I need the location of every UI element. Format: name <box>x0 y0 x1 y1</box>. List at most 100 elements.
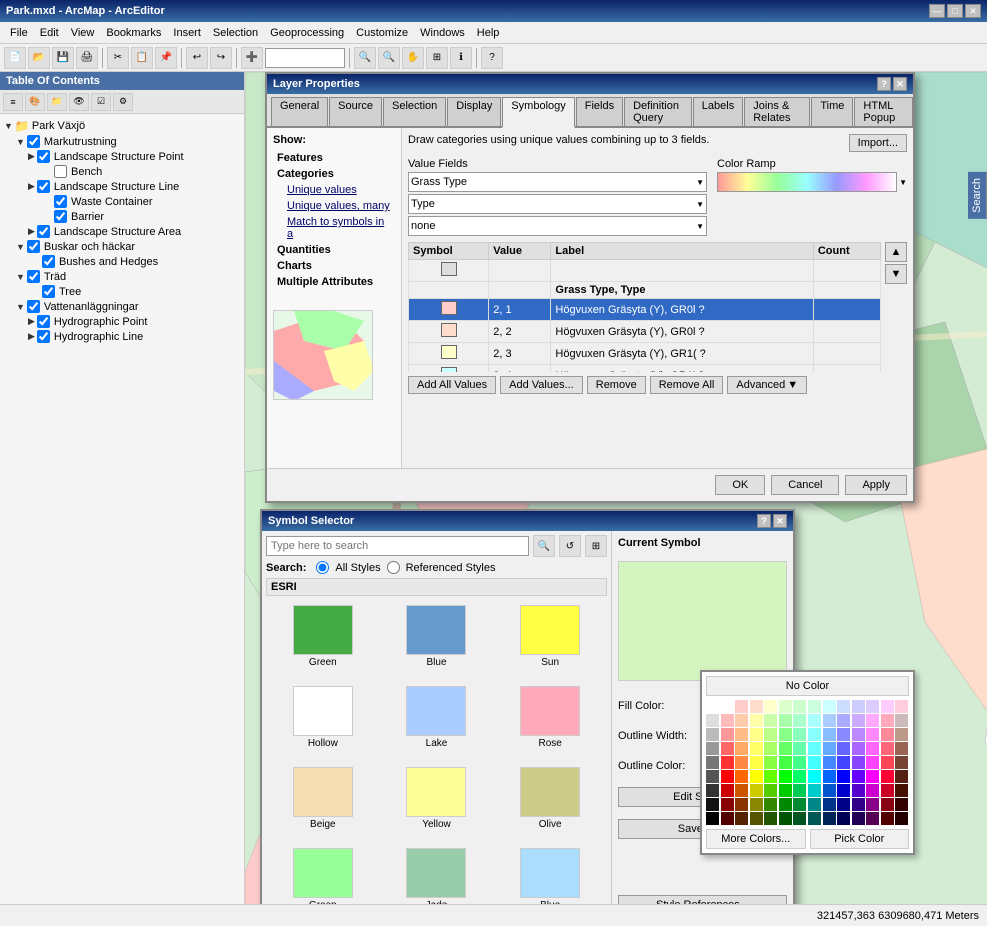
save-button[interactable]: 💾 <box>52 47 74 69</box>
toc-item-markutrustning[interactable]: ▼ Markutrustning <box>16 134 240 149</box>
no-color-button[interactable]: No Color <box>706 676 909 696</box>
color-cell[interactable] <box>808 784 821 797</box>
toc-checkbox[interactable] <box>27 240 40 253</box>
color-swatch[interactable] <box>441 345 457 359</box>
color-cell[interactable] <box>779 700 792 713</box>
color-cell[interactable] <box>895 742 908 755</box>
color-cell[interactable] <box>793 700 806 713</box>
color-cell[interactable] <box>706 798 719 811</box>
show-charts[interactable]: Charts <box>273 258 395 274</box>
color-cell[interactable] <box>881 728 894 741</box>
toc-checkbox[interactable] <box>37 315 50 328</box>
toc-by-visibility-button[interactable]: 👁 <box>69 93 89 111</box>
toc-checkbox[interactable] <box>27 270 40 283</box>
menu-geoprocessing[interactable]: Geoprocessing <box>264 25 350 41</box>
color-cell[interactable] <box>823 798 836 811</box>
color-cell[interactable] <box>779 812 792 825</box>
color-cell[interactable] <box>823 714 836 727</box>
color-cell[interactable] <box>735 714 748 727</box>
toc-item-trad[interactable]: ▼ Träd <box>16 269 240 284</box>
toc-checkbox[interactable] <box>54 210 67 223</box>
undo-button[interactable]: ↩ <box>186 47 208 69</box>
toc-checkbox[interactable] <box>37 330 50 343</box>
color-cell[interactable] <box>808 812 821 825</box>
color-cell[interactable] <box>866 770 879 783</box>
color-cell[interactable] <box>866 728 879 741</box>
toc-item-bushes[interactable]: Bushes and Hedges <box>28 254 240 269</box>
color-cell[interactable] <box>881 798 894 811</box>
color-cell[interactable] <box>793 742 806 755</box>
import-button[interactable]: Import... <box>849 134 907 152</box>
pan-button[interactable]: ✋ <box>402 47 424 69</box>
color-cell[interactable] <box>706 770 719 783</box>
color-cell[interactable] <box>779 714 792 727</box>
maximize-button[interactable]: □ <box>947 4 963 18</box>
color-cell[interactable] <box>823 770 836 783</box>
tab-joins-relates[interactable]: Joins & Relates <box>744 97 810 126</box>
color-cell[interactable] <box>852 784 865 797</box>
add-all-values-button[interactable]: Add All Values <box>408 376 496 394</box>
color-swatch[interactable] <box>441 262 457 276</box>
show-multiple-attrs[interactable]: Multiple Attributes <box>273 274 395 290</box>
color-cell[interactable] <box>837 742 850 755</box>
color-cell[interactable] <box>866 700 879 713</box>
expand-icon[interactable]: ▼ <box>16 302 25 312</box>
toc-item-barrier[interactable]: Barrier <box>40 209 240 224</box>
color-cell[interactable] <box>764 812 777 825</box>
color-cell[interactable] <box>823 756 836 769</box>
color-cell[interactable] <box>764 700 777 713</box>
color-cell[interactable] <box>823 700 836 713</box>
color-cell[interactable] <box>866 798 879 811</box>
toc-checkbox[interactable] <box>27 300 40 313</box>
color-cell[interactable] <box>808 742 821 755</box>
expand-icon[interactable]: ▶ <box>28 316 35 327</box>
color-cell[interactable] <box>852 742 865 755</box>
toc-item-hydro-point[interactable]: ▶ Hydrographic Point <box>28 314 240 329</box>
color-cell[interactable] <box>852 756 865 769</box>
paste-button[interactable]: 📌 <box>155 47 177 69</box>
symbol-grid-item[interactable]: Hollow <box>270 681 376 754</box>
title-bar-buttons[interactable]: — □ ✕ <box>929 4 981 18</box>
color-cell[interactable] <box>881 742 894 755</box>
toc-item-ls-line[interactable]: ▶ Landscape Structure Line <box>28 179 240 194</box>
map-area[interactable]: Search Layer Properties ? ✕ General Sour… <box>245 72 987 904</box>
color-cell[interactable] <box>735 784 748 797</box>
color-cell[interactable] <box>779 770 792 783</box>
color-cell[interactable] <box>721 728 734 741</box>
color-cell[interactable] <box>764 798 777 811</box>
color-cell[interactable] <box>895 700 908 713</box>
color-cell[interactable] <box>706 714 719 727</box>
table-row[interactable]: 2, 2 Högvuxen Gräsyta (Y), GR0l ? <box>409 321 881 343</box>
symbol-grid-item[interactable]: Green <box>270 843 376 904</box>
symbol-grid-item[interactable]: Blue <box>384 600 490 673</box>
color-cell[interactable] <box>866 756 879 769</box>
copy-button[interactable]: 📋 <box>131 47 153 69</box>
color-cell[interactable] <box>837 798 850 811</box>
color-cell[interactable] <box>793 770 806 783</box>
pick-color-button[interactable]: Pick Color <box>810 829 910 849</box>
cancel-button[interactable]: Cancel <box>771 475 839 495</box>
show-quantities[interactable]: Quantities <box>273 242 395 258</box>
show-match-symbols[interactable]: Match to symbols in a <box>273 214 395 242</box>
toc-item-ls-point[interactable]: ▶ Landscape Structure Point <box>28 149 240 164</box>
expand-icon[interactable]: ▶ <box>28 226 35 237</box>
color-cell[interactable] <box>750 798 763 811</box>
color-cell[interactable] <box>808 756 821 769</box>
field1-dropdown[interactable]: Grass Type ▼ <box>408 172 707 192</box>
color-cell[interactable] <box>895 756 908 769</box>
color-cell[interactable] <box>706 700 719 713</box>
open-button[interactable]: 📂 <box>28 47 50 69</box>
sym-sel-help-button[interactable]: ? <box>757 514 771 528</box>
add-values-button[interactable]: Add Values... <box>500 376 583 394</box>
color-cell[interactable] <box>808 700 821 713</box>
tab-html-popup[interactable]: HTML Popup <box>854 97 913 126</box>
scale-input[interactable]: 1:690 <box>265 48 345 68</box>
toc-item-ls-area[interactable]: ▶ Landscape Structure Area <box>28 224 240 239</box>
dialog-help-button[interactable]: ? <box>877 77 891 91</box>
new-button[interactable]: 📄 <box>4 47 26 69</box>
color-cell[interactable] <box>793 798 806 811</box>
toc-by-selection-button[interactable]: ☑ <box>91 93 111 111</box>
menu-insert[interactable]: Insert <box>167 25 207 41</box>
minimize-button[interactable]: — <box>929 4 945 18</box>
menu-view[interactable]: View <box>65 25 101 41</box>
